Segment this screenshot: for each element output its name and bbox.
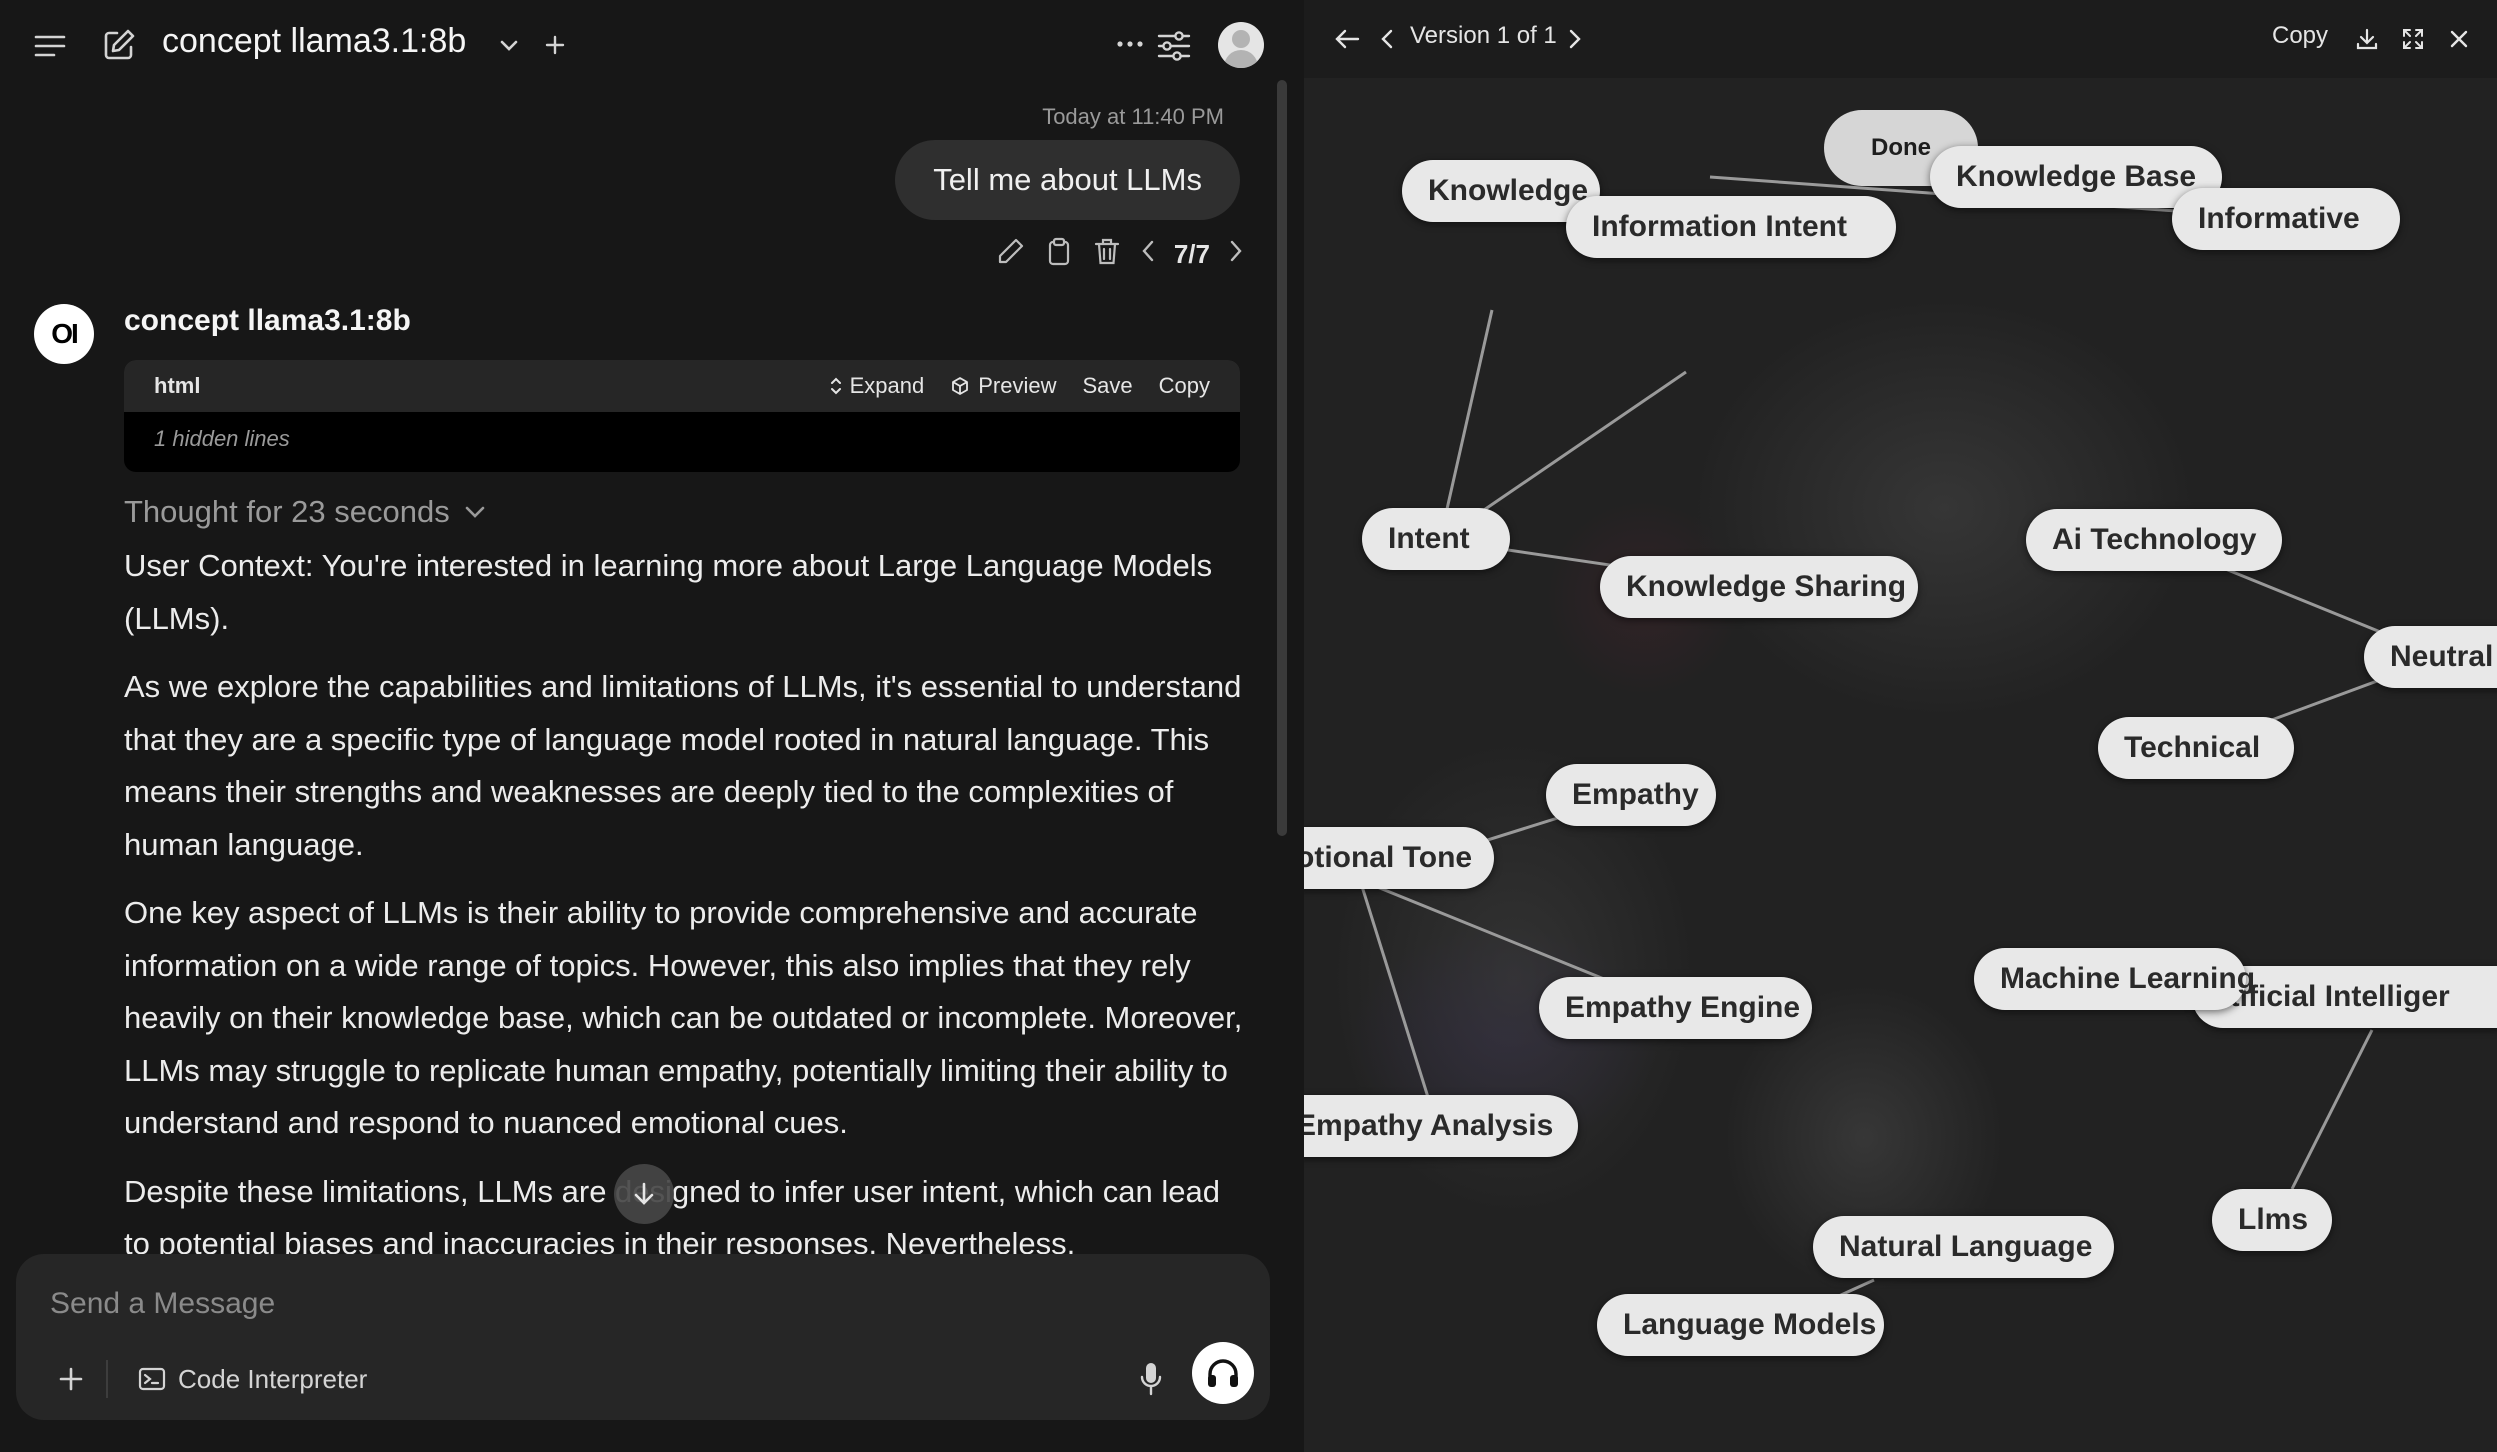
- avatar-body: [1224, 50, 1258, 68]
- graph-node-natural-language[interactable]: Natural Language: [1813, 1216, 2114, 1278]
- version-label: Version 1 of 1: [1410, 22, 1557, 49]
- assistant-response: User Context: You're interested in learn…: [124, 540, 1254, 1260]
- message-input[interactable]: [50, 1274, 1050, 1334]
- user-message-bubble: Tell me about LLMs: [895, 140, 1240, 220]
- previous-sibling-icon[interactable]: [1140, 239, 1156, 270]
- microphone-icon[interactable]: [1126, 1354, 1176, 1404]
- response-paragraph: Despite these limitations, LLMs are desi…: [124, 1173, 1220, 1261]
- code-interpreter-button[interactable]: Code Interpreter: [138, 1358, 367, 1400]
- copy-message-icon[interactable]: [1044, 236, 1074, 273]
- graph-node-machine-learning[interactable]: Machine Learning: [1974, 948, 2255, 1010]
- expand-icon: [830, 377, 841, 395]
- chat-topbar: concept llama3.1:8b: [0, 0, 1304, 88]
- add-model-plus-icon[interactable]: [540, 30, 570, 60]
- code-interpreter-label: Code Interpreter: [178, 1363, 368, 1394]
- graph-node-empathy[interactable]: Empathy: [1546, 764, 1716, 826]
- response-paragraph: User Context: You're interested in learn…: [124, 548, 1213, 636]
- graph-edge-emotional-tone-empathy-analysis: [1358, 879, 1439, 1127]
- code-block-header: html Expand Preview Save Copy: [124, 360, 1240, 412]
- graph-node-intent[interactable]: Intent: [1362, 508, 1510, 570]
- bot-name: concept llama3.1:8b: [124, 304, 411, 337]
- message-timestamp: Today at 11:40 PM: [1042, 104, 1224, 129]
- graph-node-emotional-tone[interactable]: otional Tone: [1304, 827, 1494, 889]
- thought-toggle[interactable]: Thought for 23 seconds: [124, 494, 486, 530]
- response-paragraph: One key aspect of LLMs is their ability …: [124, 895, 1243, 1140]
- model-title[interactable]: concept llama3.1:8b: [162, 22, 466, 61]
- graph-node-empathy-engine[interactable]: Empathy Engine: [1539, 977, 1812, 1039]
- preview-label: Preview: [978, 373, 1057, 398]
- terminal-icon: [138, 1367, 166, 1391]
- graph-node-neutral[interactable]: Neutral: [2364, 626, 2497, 688]
- graph-edge-knowledge-intent: [1438, 309, 1494, 541]
- more-icon[interactable]: [1112, 26, 1148, 62]
- copy-code-button[interactable]: Copy: [1159, 373, 1210, 399]
- graph-node-llms[interactable]: Llms: [2212, 1189, 2332, 1251]
- scroll-to-bottom-button[interactable]: [614, 1164, 674, 1224]
- sibling-counter: 7/7: [1173, 238, 1210, 269]
- preview-button[interactable]: Preview: [950, 373, 1056, 399]
- message-composer: Code Interpreter: [16, 1254, 1270, 1420]
- back-arrow-icon[interactable]: [1328, 20, 1366, 58]
- headphones-icon: [1208, 1359, 1238, 1387]
- edit-icon[interactable]: [996, 236, 1026, 273]
- chat-pane: concept llama3.1:8b Today at 11:40 PM Te…: [0, 0, 1304, 1452]
- graph-node-empathy-analysis[interactable]: Empathy Analysis: [1304, 1095, 1578, 1157]
- download-icon[interactable]: [2350, 22, 2384, 56]
- bot-logo: OI: [34, 304, 94, 364]
- chat-scrollbar[interactable]: [1277, 80, 1287, 836]
- user-avatar[interactable]: [1218, 22, 1264, 68]
- next-sibling-icon[interactable]: [1228, 239, 1244, 270]
- graph-node-information-intent[interactable]: Information Intent: [1566, 196, 1896, 258]
- artifact-copy-button[interactable]: Copy: [2272, 22, 2328, 50]
- graph-edge-artificial-intelligence-llms: [2290, 1029, 2374, 1190]
- sidebar-menu-icon[interactable]: [28, 24, 72, 68]
- delete-icon[interactable]: [1092, 236, 1122, 273]
- graph-node-ai-technology[interactable]: Ai Technology: [2026, 509, 2282, 571]
- fullscreen-icon[interactable]: [2396, 22, 2430, 56]
- expand-button[interactable]: Expand: [830, 373, 925, 399]
- expand-label: Expand: [849, 373, 925, 398]
- graph-node-informative[interactable]: Informative: [2172, 188, 2400, 250]
- next-version-icon[interactable]: [1558, 20, 1592, 58]
- artifact-pane: Version 1 of 1 Copy Done Knowledge Base I…: [1304, 0, 2497, 1452]
- avatar-head: [1232, 30, 1250, 48]
- graph-node-language-models[interactable]: Language Models: [1597, 1294, 1884, 1356]
- concept-graph-canvas[interactable]: Done Knowledge Base Informative Knowledge I…: [1304, 78, 2497, 1452]
- hidden-lines-note[interactable]: 1 hidden lines: [124, 412, 1240, 466]
- graph-node-knowledge-sharing[interactable]: Knowledge Sharing: [1600, 556, 1918, 618]
- voice-mode-button[interactable]: [1192, 1342, 1254, 1404]
- code-language: html: [154, 373, 201, 398]
- controls-icon[interactable]: [1152, 24, 1196, 68]
- chevron-down-icon[interactable]: [494, 30, 524, 60]
- arrow-down-icon: [634, 1182, 654, 1205]
- code-block: html Expand Preview Save Copy 1 hidden l…: [124, 360, 1240, 472]
- new-chat-icon[interactable]: [96, 22, 142, 68]
- artifact-toolbar: Version 1 of 1 Copy: [1304, 0, 2497, 78]
- save-button[interactable]: Save: [1082, 373, 1132, 399]
- close-icon[interactable]: [2442, 22, 2476, 56]
- attach-plus-icon[interactable]: [46, 1354, 96, 1404]
- chevron-down-icon: [465, 506, 485, 518]
- response-paragraph: As we explore the capabilities and limit…: [124, 669, 1242, 862]
- cube-icon: [952, 377, 969, 395]
- previous-version-icon[interactable]: [1370, 20, 1404, 58]
- message-actions: 7/7: [996, 234, 1244, 274]
- graph-node-technical[interactable]: Technical: [2098, 717, 2294, 779]
- thought-label: Thought for 23 seconds: [124, 494, 450, 529]
- composer-divider: [106, 1360, 108, 1398]
